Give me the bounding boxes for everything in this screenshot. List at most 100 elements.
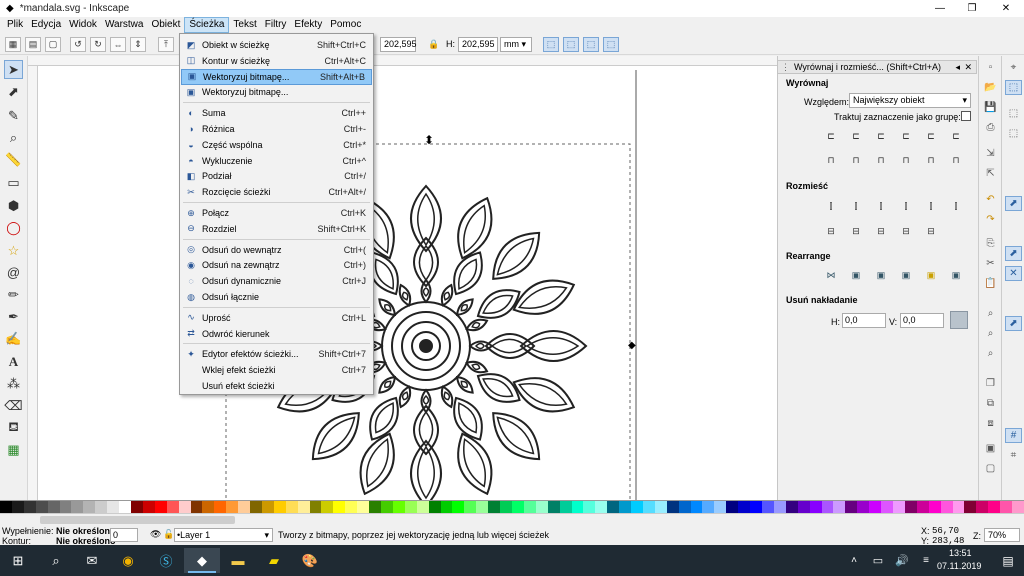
color-swatch[interactable] bbox=[940, 501, 953, 513]
color-swatch[interactable] bbox=[404, 501, 417, 513]
color-swatch[interactable] bbox=[416, 501, 429, 513]
menu-extensions[interactable]: Efekty bbox=[290, 17, 326, 33]
color-swatch[interactable] bbox=[238, 501, 251, 513]
color-swatch[interactable] bbox=[595, 501, 608, 513]
distribute-center-h-icon[interactable]: ⫿ bbox=[847, 198, 865, 215]
snap-path-intersections-icon[interactable]: ✕ bbox=[1005, 266, 1022, 281]
color-swatch[interactable] bbox=[1000, 501, 1013, 513]
color-swatch[interactable] bbox=[642, 501, 655, 513]
color-swatch[interactable] bbox=[440, 501, 453, 513]
color-swatch[interactable] bbox=[35, 501, 48, 513]
color-swatch[interactable] bbox=[1012, 501, 1024, 513]
distribute-gaps-h-icon[interactable]: ⫿ bbox=[897, 198, 915, 215]
distribute-top-icon[interactable]: ⊟ bbox=[822, 223, 840, 240]
path-menu-item[interactable]: Wklej efekt ścieżki Ctrl+7 bbox=[181, 362, 372, 378]
distribute-bottom-icon[interactable]: ⊟ bbox=[872, 223, 890, 240]
unclump-icon[interactable]: ▣ bbox=[922, 267, 940, 284]
width-field[interactable]: 202,595 bbox=[380, 37, 417, 52]
color-swatch[interactable] bbox=[988, 501, 1001, 513]
skype-icon[interactable]: Ⓢ bbox=[148, 548, 184, 573]
export-icon[interactable]: ⇱ bbox=[982, 166, 999, 181]
menu-path[interactable]: Ścieżka bbox=[184, 17, 230, 33]
color-swatch[interactable] bbox=[357, 501, 370, 513]
exchange-positions-icon[interactable]: ⋈ bbox=[822, 267, 840, 284]
scale-corners-icon[interactable]: ⬚ bbox=[563, 37, 579, 52]
color-swatch[interactable] bbox=[511, 501, 524, 513]
paste-icon[interactable]: 📋 bbox=[982, 276, 999, 291]
zoom-field[interactable]: 70% bbox=[984, 528, 1020, 542]
color-swatch[interactable] bbox=[130, 501, 143, 513]
search-icon[interactable]: ⌕ bbox=[38, 548, 74, 573]
color-swatch[interactable] bbox=[678, 501, 691, 513]
transform-patterns-icon[interactable]: ⬚ bbox=[603, 37, 619, 52]
align-baseline-text-icon[interactable]: ⊓ bbox=[947, 152, 965, 169]
rotate-cw-icon[interactable]: ↻ bbox=[90, 37, 106, 52]
open-file-icon[interactable]: 📂 bbox=[982, 80, 999, 95]
snap-guides-icon[interactable]: ⌗ bbox=[1005, 448, 1022, 463]
color-swatch[interactable] bbox=[119, 501, 131, 513]
node-tool-icon[interactable]: ⬈ bbox=[4, 82, 23, 101]
zoom-page-icon[interactable]: ⌕ bbox=[982, 346, 999, 361]
path-menu-item[interactable]: ▣ Wektoryzuj bitmapę... Shift+Alt+B bbox=[181, 68, 372, 85]
raise-to-top-icon[interactable]: ⤒ bbox=[158, 37, 174, 52]
notifications-icon[interactable]: ▤ bbox=[990, 548, 1024, 573]
color-swatch[interactable] bbox=[857, 501, 870, 513]
color-swatch[interactable] bbox=[976, 501, 989, 513]
ellipse-tool-icon[interactable]: ◯ bbox=[4, 218, 23, 237]
menu-filters[interactable]: Filtry bbox=[261, 17, 291, 33]
color-swatch[interactable] bbox=[226, 501, 239, 513]
fill-value[interactable]: Nie określono bbox=[56, 526, 116, 536]
align-top-icon[interactable]: ⊓ bbox=[847, 152, 865, 169]
gradient-tool-icon[interactable]: ▦ bbox=[4, 440, 23, 459]
layer-visibility-icon[interactable]: 👁 bbox=[150, 529, 161, 540]
snap-bbox-edges-icon[interactable]: ⬚ bbox=[1005, 106, 1022, 121]
select-all-icon[interactable]: ▦ bbox=[5, 37, 21, 52]
unlink-clone-icon[interactable]: ⧈ bbox=[982, 416, 999, 431]
align-right-to-left-icon[interactable]: ⊏ bbox=[822, 128, 840, 145]
color-swatch[interactable] bbox=[190, 501, 203, 513]
panel-iconify-icon[interactable]: ◂ bbox=[955, 62, 960, 73]
align-bottom-icon[interactable]: ⊓ bbox=[897, 152, 915, 169]
color-swatch[interactable] bbox=[881, 501, 893, 513]
align-bottom-to-top-icon[interactable]: ⊓ bbox=[822, 152, 840, 169]
color-swatch[interactable] bbox=[309, 501, 322, 513]
color-swatch[interactable] bbox=[202, 501, 215, 513]
new-document-icon[interactable]: ▫ bbox=[982, 60, 999, 75]
color-swatch[interactable] bbox=[750, 501, 762, 513]
color-swatch[interactable] bbox=[726, 501, 739, 513]
distribute-left-icon[interactable]: ⫿ bbox=[822, 198, 840, 215]
color-swatch[interactable] bbox=[47, 501, 60, 513]
color-swatch[interactable] bbox=[23, 501, 36, 513]
color-swatch[interactable] bbox=[214, 501, 227, 513]
menu-edit[interactable]: Edycja bbox=[27, 17, 65, 33]
color-swatch[interactable] bbox=[428, 501, 441, 513]
path-menu-item[interactable]: ∿ Uprość Ctrl+L bbox=[181, 310, 372, 326]
spiral-tool-icon[interactable]: @ bbox=[4, 263, 23, 282]
randomize-positions-icon[interactable]: ▣ bbox=[897, 267, 915, 284]
ungroup-icon[interactable]: ▢ bbox=[982, 461, 999, 476]
color-swatch[interactable] bbox=[154, 501, 167, 513]
copy-icon[interactable]: ⎘ bbox=[982, 236, 999, 251]
color-swatch[interactable] bbox=[583, 501, 596, 513]
tweak-tool-icon[interactable]: ✎ bbox=[4, 106, 23, 125]
color-swatch[interactable] bbox=[762, 501, 774, 513]
path-menu-item[interactable]: ◑ Różnica Ctrl+- bbox=[181, 121, 372, 137]
distribute-text-icon[interactable]: ⫿ bbox=[947, 198, 965, 215]
color-swatch[interactable] bbox=[809, 501, 822, 513]
color-swatch[interactable] bbox=[261, 501, 274, 513]
redo-icon[interactable]: ↷ bbox=[982, 212, 999, 227]
snap-midpoints-icon[interactable]: ⬈ bbox=[1005, 316, 1022, 331]
distribute-baselines-h-icon[interactable]: ⫿ bbox=[922, 198, 940, 215]
scale-handle-right[interactable]: ◆ bbox=[628, 340, 636, 351]
color-swatch[interactable] bbox=[619, 501, 632, 513]
color-swatch[interactable] bbox=[71, 501, 84, 513]
deselect-icon[interactable]: ▢ bbox=[45, 37, 61, 52]
distribute-right-icon[interactable]: ⫿ bbox=[872, 198, 890, 215]
path-menu-item[interactable]: ◩ Obiekt w ścieżkę Shift+Ctrl+C bbox=[181, 37, 372, 53]
color-swatch[interactable] bbox=[928, 501, 941, 513]
color-swatch[interactable] bbox=[833, 501, 846, 513]
color-swatch[interactable] bbox=[714, 501, 727, 513]
color-swatch[interactable] bbox=[178, 501, 191, 513]
path-menu-item[interactable]: ◌ Odsuń dynamicznie Ctrl+J bbox=[181, 273, 372, 289]
clock-time[interactable]: 13:51 bbox=[949, 548, 972, 558]
